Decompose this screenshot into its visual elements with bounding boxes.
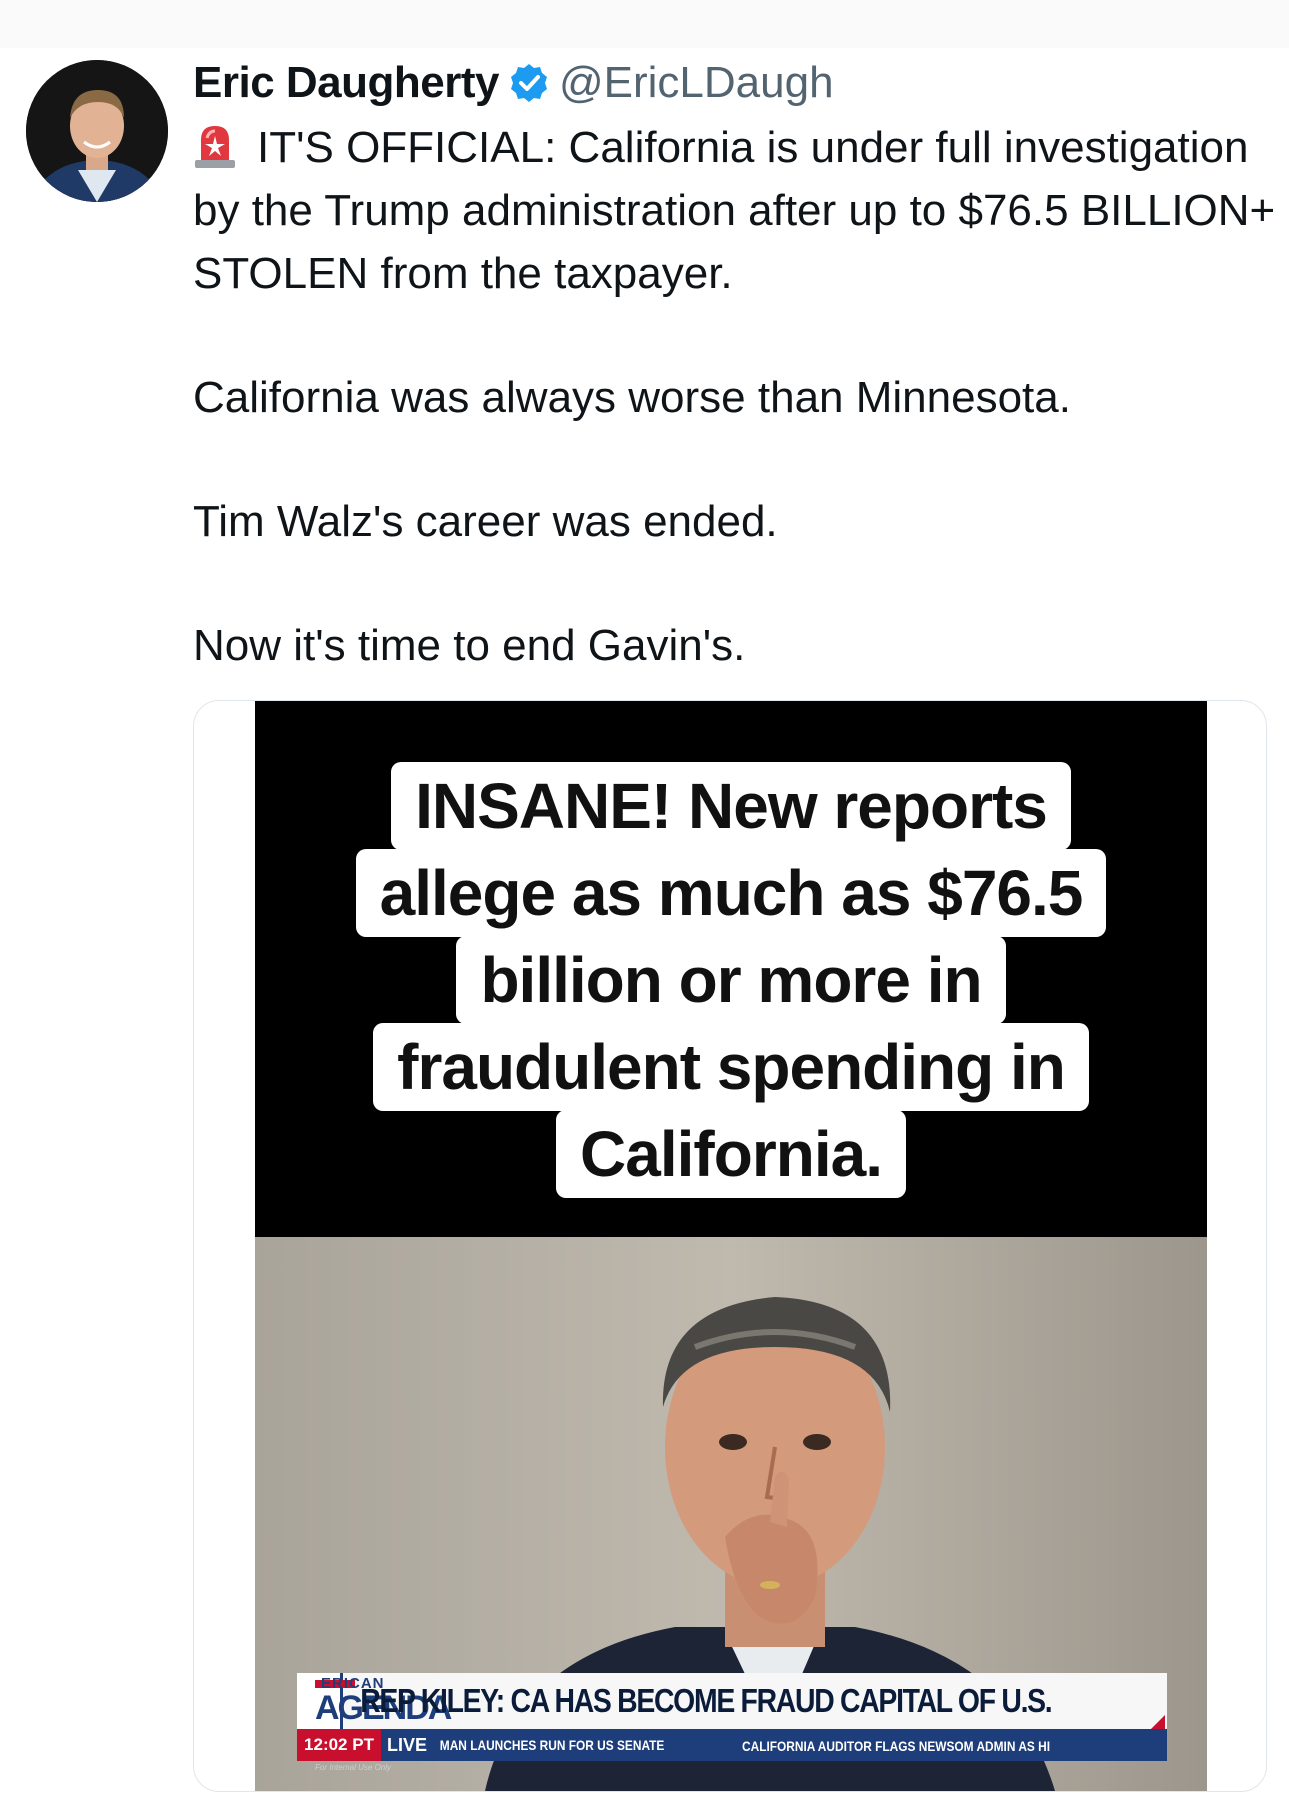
verified-badge-icon <box>509 63 549 103</box>
media-card[interactable]: INSANE! New reports allege as much as $7… <box>193 700 1267 1792</box>
network-logo: ERICAN AGENDA <box>297 1673 452 1729</box>
news-chyron: ERICAN AGENDA REP KILEY: CA HAS BECOME F… <box>297 1673 1167 1729</box>
author-handle[interactable]: @EricLDaugh <box>559 58 834 108</box>
avatar-image <box>26 60 168 202</box>
ticker-item: CALIFORNIA AUDITOR FLAGS NEWSOM ADMIN AS… <box>742 1738 1051 1754</box>
caption-line: California. <box>556 1110 906 1198</box>
chyron-corner-accent <box>1151 1715 1165 1729</box>
top-strip <box>0 0 1289 48</box>
caption-line: fraudulent spending in <box>373 1023 1089 1111</box>
author-name[interactable]: Eric Daugherty <box>193 58 499 108</box>
tweet-paragraph: IT'S OFFICIAL: California is under full … <box>193 116 1278 305</box>
fine-print: For Internal Use Only <box>315 1763 392 1772</box>
video-caption: INSANE! New reports allege as much as $7… <box>255 762 1207 1198</box>
author-avatar[interactable] <box>26 60 168 202</box>
ticker-item: MAN LAUNCHES RUN FOR US SENATE <box>439 1737 665 1753</box>
tweet-text: IT'S OFFICIAL: California is under full … <box>193 116 1278 677</box>
siren-icon <box>193 122 237 170</box>
tweet-paragraph: Tim Walz's career was ended. <box>193 497 778 546</box>
ticker-time: 12:02 PT <box>297 1729 381 1761</box>
caption-line: billion or more in <box>456 936 1006 1024</box>
tweet-paragraph: California was always worse than Minneso… <box>193 373 1071 422</box>
tweet-paragraph-text: IT'S OFFICIAL: California is under full … <box>193 123 1276 298</box>
video-player[interactable]: INSANE! New reports allege as much as $7… <box>255 701 1207 1791</box>
caption-line: INSANE! New reports <box>391 762 1071 850</box>
caption-line: allege as much as $76.5 <box>355 849 1107 937</box>
news-ticker: 12:02 PT LIVE MAN LAUNCHES RUN FOR US SE… <box>297 1729 1167 1761</box>
tweet-paragraph: Now it's time to end Gavin's. <box>193 621 746 670</box>
chyron-headline: REP KILEY: CA HAS BECOME FRAUD CAPITAL O… <box>360 1682 1052 1719</box>
ticker-live: LIVE <box>387 1734 428 1755</box>
tweet-header: Eric Daugherty @EricLDaugh <box>193 50 834 116</box>
